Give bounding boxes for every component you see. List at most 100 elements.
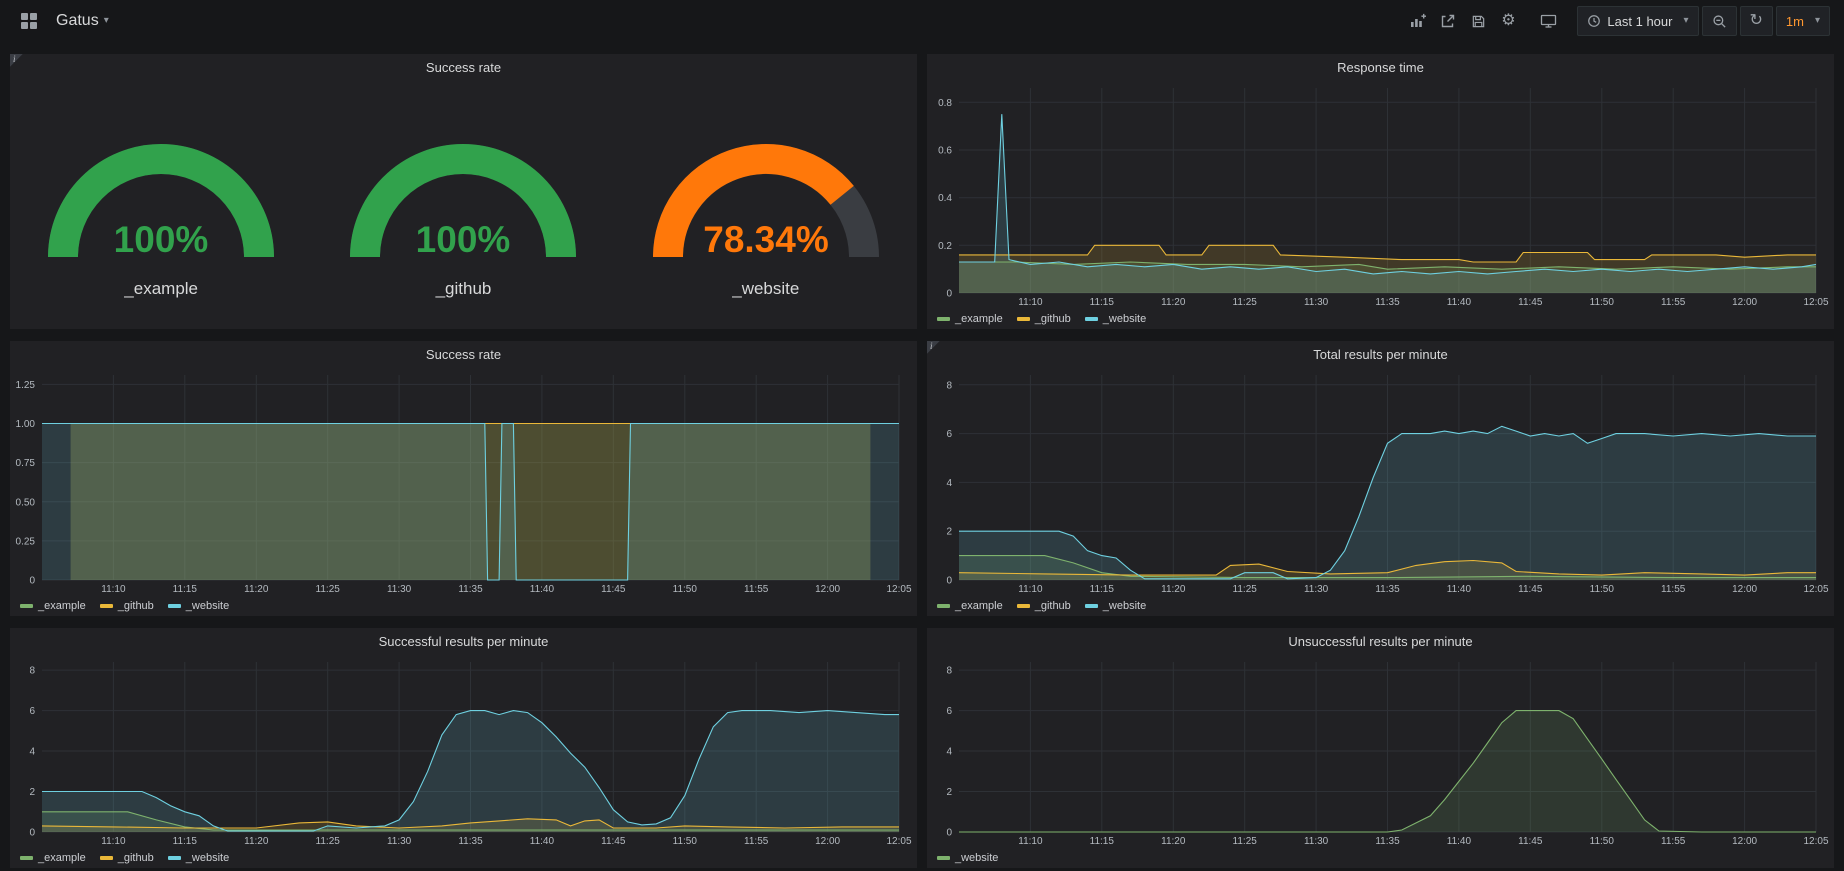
legend-item-_example[interactable]: _example	[20, 852, 86, 864]
panel-info-corner[interactable]: i	[10, 54, 28, 72]
navbar-left: Gatus ▾	[14, 6, 109, 36]
legend-item-_github[interactable]: _github	[100, 852, 154, 864]
svg-text:0.50: 0.50	[16, 497, 36, 508]
svg-text:11:15: 11:15	[173, 836, 198, 847]
chart-plot[interactable]: 11:1011:1511:2011:2511:3011:3511:4011:45…	[927, 80, 1834, 309]
zoom-out-button[interactable]	[1702, 6, 1737, 36]
legend-swatch	[20, 604, 33, 608]
svg-text:12:05: 12:05	[886, 836, 911, 847]
legend-swatch	[168, 604, 181, 608]
settings-button[interactable]: ⚙	[1493, 6, 1523, 36]
svg-text:11:55: 11:55	[1661, 836, 1686, 847]
svg-text:12:05: 12:05	[1803, 297, 1828, 308]
refresh-icon: ↻	[1750, 13, 1763, 29]
dashboard-title[interactable]: Gatus	[56, 12, 99, 30]
add-panel-button[interactable]	[1403, 6, 1433, 36]
gauge-svg: 100%	[331, 105, 595, 275]
legend-swatch	[1017, 317, 1030, 321]
svg-text:12:00: 12:00	[815, 836, 840, 847]
svg-text:11:25: 11:25	[1233, 584, 1258, 595]
svg-text:0: 0	[946, 828, 952, 839]
chevron-down-icon: ▾	[1815, 16, 1820, 26]
svg-text:1.00: 1.00	[16, 419, 36, 430]
legend-item-_github[interactable]: _github	[100, 600, 154, 612]
gear-icon: ⚙	[1501, 13, 1515, 29]
share-button[interactable]	[1433, 6, 1463, 36]
svg-text:11:30: 11:30	[1304, 584, 1329, 595]
legend-item-_website[interactable]: _website	[937, 852, 998, 864]
legend-swatch	[1085, 317, 1098, 321]
svg-text:11:25: 11:25	[316, 584, 341, 595]
panel-title[interactable]: Unsuccessful results per minute	[1288, 634, 1472, 649]
refresh-button[interactable]: ↻	[1740, 6, 1773, 36]
panel-title[interactable]: Total results per minute	[1313, 347, 1447, 362]
svg-text:0.25: 0.25	[16, 536, 36, 547]
svg-text:6: 6	[946, 429, 952, 440]
svg-text:2: 2	[946, 527, 952, 538]
zoom-out-icon	[1712, 14, 1727, 29]
svg-text:11:50: 11:50	[1590, 297, 1615, 308]
chart-plot[interactable]: 11:1011:1511:2011:2511:3011:3511:4011:45…	[927, 654, 1834, 848]
chart-plot[interactable]: 11:1011:1511:2011:2511:3011:3511:4011:45…	[10, 367, 917, 596]
svg-text:11:30: 11:30	[1304, 836, 1329, 847]
svg-text:11:30: 11:30	[1304, 297, 1329, 308]
chart-plot[interactable]: 11:1011:1511:2011:2511:3011:3511:4011:45…	[927, 367, 1834, 596]
svg-text:0: 0	[29, 576, 35, 587]
panel-header[interactable]: Success rate	[10, 341, 917, 367]
svg-text:11:45: 11:45	[601, 584, 626, 595]
apps-menu-button[interactable]	[14, 6, 44, 36]
panel-header[interactable]: Success rate	[10, 54, 917, 80]
panel-header[interactable]: Response time	[927, 54, 1834, 80]
chart-svg[interactable]: 11:1011:1511:2011:2511:3011:3511:4011:45…	[10, 654, 917, 848]
save-icon	[1471, 14, 1486, 29]
svg-text:11:50: 11:50	[673, 836, 698, 847]
legend-item-_website[interactable]: _website	[168, 600, 229, 612]
chart-svg[interactable]: 11:1011:1511:2011:2511:3011:3511:4011:45…	[927, 654, 1834, 848]
legend-swatch	[1017, 604, 1030, 608]
panel-success-rate: Success rate 11:1011:1511:2011:2511:3011…	[10, 341, 917, 616]
svg-text:0.8: 0.8	[938, 98, 952, 109]
panel-header[interactable]: Unsuccessful results per minute	[927, 628, 1834, 654]
svg-text:11:35: 11:35	[1375, 297, 1400, 308]
svg-text:12:00: 12:00	[1732, 297, 1757, 308]
legend-item-_website[interactable]: _website	[1085, 600, 1146, 612]
panel-title[interactable]: Response time	[1337, 60, 1424, 75]
chart-svg[interactable]: 11:1011:1511:2011:2511:3011:3511:4011:45…	[10, 367, 917, 596]
svg-text:11:50: 11:50	[673, 584, 698, 595]
time-range-picker[interactable]: Last 1 hour ▾	[1577, 6, 1698, 36]
svg-text:11:35: 11:35	[458, 584, 483, 595]
svg-text:4: 4	[29, 747, 35, 758]
panel-header[interactable]: Total results per minute	[927, 341, 1834, 367]
panel-header[interactable]: Successful results per minute	[10, 628, 917, 654]
svg-text:11:55: 11:55	[744, 584, 769, 595]
svg-text:11:20: 11:20	[244, 584, 269, 595]
legend-item-_example[interactable]: _example	[20, 600, 86, 612]
svg-text:0.6: 0.6	[938, 146, 952, 157]
svg-text:0.2: 0.2	[938, 241, 952, 252]
chart-svg[interactable]: 11:1011:1511:2011:2511:3011:3511:4011:45…	[927, 80, 1834, 309]
gauge-row: 100%_example100%_github78.34%_website	[10, 80, 917, 329]
svg-text:11:40: 11:40	[530, 584, 555, 595]
legend-item-_website[interactable]: _website	[168, 852, 229, 864]
chart-legend: _example _github _website	[10, 596, 917, 616]
panel-info-corner[interactable]: i	[927, 341, 945, 359]
apps-grid-icon	[21, 13, 37, 29]
legend-item-_example[interactable]: _example	[937, 600, 1003, 612]
svg-text:11:10: 11:10	[1018, 297, 1043, 308]
legend-swatch	[20, 856, 33, 860]
chevron-down-icon[interactable]: ▾	[104, 16, 109, 26]
legend-item-_website[interactable]: _website	[1085, 313, 1146, 325]
legend-item-_github[interactable]: _github	[1017, 600, 1071, 612]
save-button[interactable]	[1463, 6, 1493, 36]
refresh-interval-picker[interactable]: 1m ▾	[1776, 6, 1830, 36]
legend-item-_github[interactable]: _github	[1017, 313, 1071, 325]
panel-title[interactable]: Success rate	[426, 347, 501, 362]
chart-svg[interactable]: 11:1011:1511:2011:2511:3011:3511:4011:45…	[927, 367, 1834, 596]
legend-item-_example[interactable]: _example	[937, 313, 1003, 325]
panel-title[interactable]: Successful results per minute	[379, 634, 549, 649]
gauge-value: 100%	[416, 219, 511, 260]
cycle-view-button[interactable]	[1533, 6, 1563, 36]
chart-legend: _example _github _website	[927, 309, 1834, 329]
panel-title[interactable]: Success rate	[426, 60, 501, 75]
chart-plot[interactable]: 11:1011:1511:2011:2511:3011:3511:4011:45…	[10, 654, 917, 848]
